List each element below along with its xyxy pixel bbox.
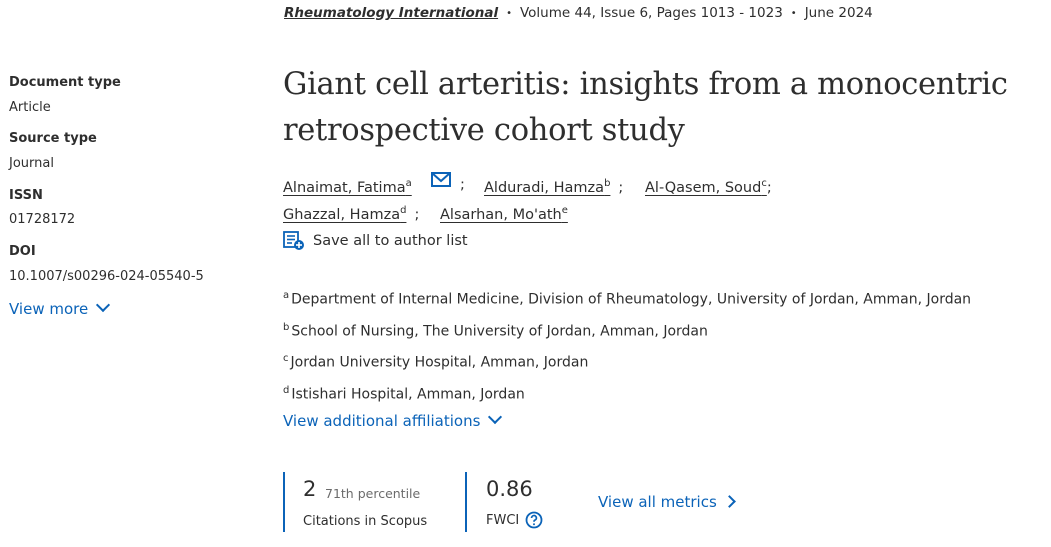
separator-dot: • (790, 7, 797, 19)
fwci-label: FWCI (486, 513, 520, 528)
author-line-1: Alnaimat, Fatimaa (283, 177, 412, 196)
affiliation-text: Jordan University Hospital, Amman, Jorda… (290, 354, 589, 371)
doi-label: DOI (9, 244, 36, 259)
envelope-icon[interactable] (431, 172, 451, 187)
metric-divider (283, 472, 285, 532)
affiliation-sup: c (283, 353, 289, 364)
author-link[interactable]: Alnaimat, Fatimaa (283, 178, 412, 196)
save-all-label: Save all to author list (313, 233, 468, 249)
author-link[interactable]: Alduradi, Hamzab (484, 178, 611, 196)
author-separator: ; (460, 177, 465, 193)
author-link[interactable]: Al-Qasem, Soudc (645, 178, 767, 196)
save-all-to-author-list-button[interactable]: Save all to author list (283, 231, 468, 251)
view-additional-affiliations-button[interactable]: View additional affiliations (283, 409, 503, 430)
author-separator: ; (414, 207, 420, 223)
document-type-value: Article (9, 100, 51, 115)
publication-date: June 2024 (804, 5, 873, 21)
affiliation-sup: b (283, 322, 290, 333)
title-line-2: retrospective cohort study (283, 113, 685, 148)
author-sup: e (561, 205, 568, 217)
issn-label: ISSN (9, 188, 43, 203)
affiliation-item: b School of Nursing, The University of Jo… (283, 322, 708, 340)
view-more-label: View more (9, 300, 89, 318)
author-separator: ; (618, 180, 624, 196)
citations-label: Citations in Scopus (303, 514, 428, 529)
author-link[interactable]: Alsarhan, Mo'athe (440, 205, 568, 223)
source-type-value: Journal (9, 156, 54, 171)
view-more-button[interactable]: View more (9, 297, 111, 318)
affiliation-sup: a (283, 290, 290, 301)
affiliation-text: Istishari Hospital, Amman, Jordan (291, 386, 525, 403)
author-separator: ; (766, 180, 772, 196)
affiliation-item: d Istishari Hospital, Amman, Jordan (283, 385, 525, 403)
question-circle-icon[interactable] (525, 511, 543, 529)
affiliation-text: School of Nursing, The University of Jor… (291, 323, 708, 340)
chevron-down-icon (488, 409, 503, 425)
view-all-metrics-button[interactable]: View all metrics (598, 493, 736, 511)
fwci-value: 0.86 (486, 477, 533, 501)
doi-value: 10.1007/s00296-024-05540-5 (9, 269, 204, 284)
author-name: Alduradi, Hamza (484, 180, 605, 196)
citations-percentile: 71th percentile (325, 486, 421, 501)
article-title: Giant cell arteritis: insights from a mo… (283, 62, 1023, 154)
issn-value: 01728172 (9, 212, 76, 227)
author-sup: b (604, 178, 611, 190)
separator-dot: • (506, 7, 512, 19)
affiliation-item: c Jordan University Hospital, Amman, Jord… (283, 353, 588, 371)
citations-count: 2 (303, 477, 317, 501)
chevron-right-icon (722, 495, 736, 508)
view-additional-affiliations-label: View additional affiliations (283, 412, 481, 430)
author-name: Al-Qasem, Soud (645, 180, 762, 196)
author-entry: Ghazzal, Hamzad; (283, 204, 419, 223)
view-all-metrics-label: View all metrics (598, 493, 717, 511)
author-entry: Al-Qasem, Soudc; (645, 177, 772, 196)
author-name: Alsarhan, Mo'ath (440, 207, 562, 223)
volume-pages: Volume 44, Issue 6, Pages 1013 - 1023 (519, 5, 783, 21)
author-sup: a (405, 178, 412, 190)
author-name: Alnaimat, Fatima (283, 180, 406, 196)
source-type-label: Source type (9, 131, 97, 146)
metric-divider (465, 472, 467, 532)
author-name: Ghazzal, Hamza (283, 207, 401, 223)
affiliation-item: a Department of Internal Medicine, Divisi… (283, 290, 971, 308)
affiliation-text: Department of Internal Medicine, Divisio… (291, 291, 972, 308)
journal-link[interactable]: Rheumatology International (284, 5, 498, 21)
document-type-label: Document type (9, 75, 121, 90)
author-link[interactable]: Ghazzal, Hamzad (283, 205, 407, 223)
affiliation-sup: d (283, 385, 290, 396)
author-entry: Alsarhan, Mo'athe (440, 204, 568, 223)
chevron-down-icon (96, 297, 111, 313)
author-list-add-icon (283, 231, 304, 250)
citation-line: Rheumatology International • Volume 44, Is… (284, 5, 873, 21)
author-entry: Alduradi, Hamzab; (484, 177, 623, 196)
title-line-1: Giant cell arteritis: insights from a mo… (283, 67, 1008, 102)
author-sup: d (400, 205, 407, 217)
